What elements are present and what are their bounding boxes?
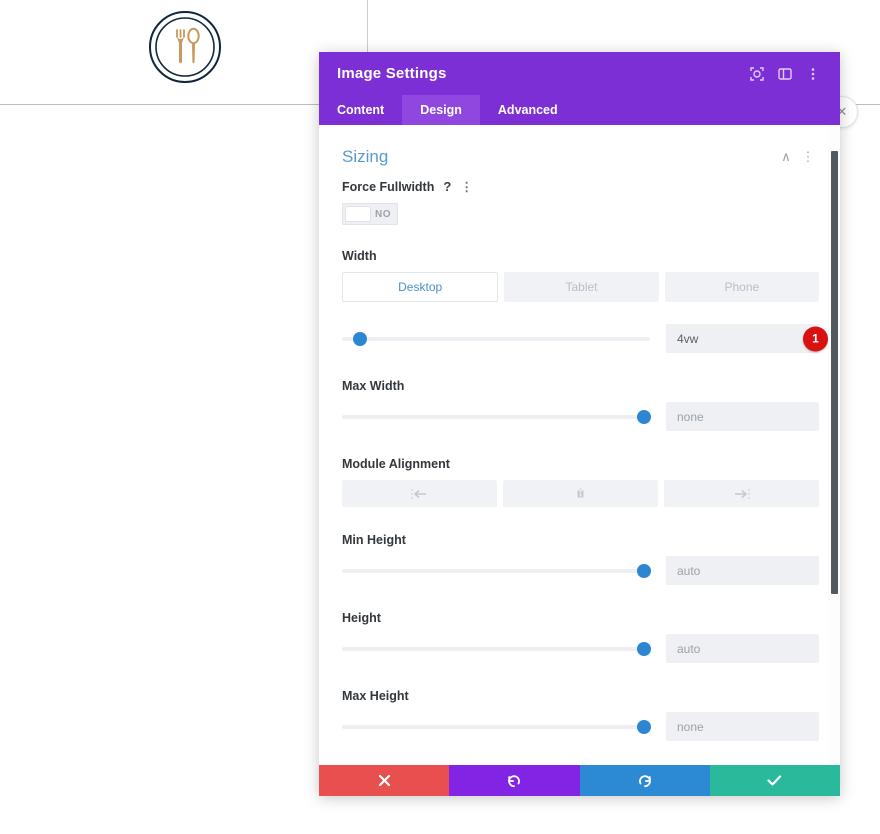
module-alignment-options <box>342 480 819 507</box>
width-label: Width <box>342 249 377 263</box>
scrollbar-thumb[interactable] <box>831 151 838 594</box>
settings-scrollbar[interactable] <box>828 125 840 765</box>
redo-button[interactable] <box>579 765 710 796</box>
height-slider[interactable] <box>342 640 651 658</box>
slider-track <box>342 336 650 341</box>
focus-target-icon[interactable] <box>744 61 770 87</box>
height-value: auto <box>677 641 701 656</box>
force-fullwidth-field: Force Fullwidth ? ⋮ NO <box>342 179 819 249</box>
height-value-input[interactable]: auto <box>666 634 819 663</box>
slider-knob[interactable] <box>636 719 651 734</box>
width-change-badge: 1 <box>803 326 828 351</box>
modal-footer <box>319 765 840 796</box>
min-height-label: Min Height <box>342 533 406 547</box>
max-width-slider-row: none <box>342 402 819 431</box>
width-value: 4vw <box>677 331 699 346</box>
max-height-label: Max Height <box>342 689 409 703</box>
tab-design[interactable]: Design <box>402 95 480 125</box>
sizing-options-icon[interactable]: ⋮ <box>797 149 819 165</box>
help-icon[interactable]: ? <box>443 179 451 194</box>
width-value-input[interactable]: 4vw 1 <box>666 324 828 353</box>
force-fullwidth-label: Force Fullwidth <box>342 179 435 194</box>
max-width-slider[interactable] <box>342 408 651 426</box>
height-field: Height auto <box>342 611 819 689</box>
slider-track <box>342 646 650 651</box>
slider-knob[interactable] <box>636 563 651 578</box>
toggle-knob <box>345 206 371 222</box>
modal-body: Sizing ∧ ⋮ Force Fullwidth ? ⋮ NO Width … <box>319 125 840 765</box>
height-slider-row: auto <box>342 634 819 663</box>
align-left-button[interactable] <box>342 480 497 507</box>
max-width-value: none <box>677 409 704 424</box>
width-slider-row: 4vw 1 <box>342 324 828 353</box>
max-width-field: Max Width none <box>342 379 819 457</box>
min-height-value-input[interactable]: auto <box>666 556 819 585</box>
max-width-label: Max Width <box>342 379 405 393</box>
force-fullwidth-options-icon[interactable]: ⋮ <box>460 179 473 194</box>
width-field: Width Desktop Tablet Phone 4vw 1 <box>342 249 828 379</box>
modal-title: Image Settings <box>337 65 447 82</box>
slider-knob[interactable] <box>353 331 368 346</box>
min-height-slider-row: auto <box>342 556 819 585</box>
more-options-icon[interactable] <box>800 61 826 87</box>
undo-button[interactable] <box>449 765 580 796</box>
force-fullwidth-toggle[interactable]: NO <box>342 203 398 225</box>
sizing-section-header[interactable]: Sizing ∧ ⋮ <box>342 125 819 179</box>
settings-scroll-area: Sizing ∧ ⋮ Force Fullwidth ? ⋮ NO Width … <box>319 125 840 765</box>
module-alignment-label: Module Alignment <box>342 457 450 471</box>
max-height-value: none <box>677 719 704 734</box>
responsive-tab-phone[interactable]: Phone <box>664 272 819 302</box>
responsive-tab-tablet[interactable]: Tablet <box>504 272 659 302</box>
sizing-section: Sizing ∧ ⋮ Force Fullwidth ? ⋮ NO Width … <box>319 125 840 765</box>
force-fullwidth-label-row: Force Fullwidth ? ⋮ <box>342 179 819 194</box>
min-height-value: auto <box>677 563 701 578</box>
max-height-field: Max Height none <box>342 689 819 765</box>
slider-knob[interactable] <box>636 641 651 656</box>
modal-header: Image Settings <box>319 52 840 95</box>
tab-advanced[interactable]: Advanced <box>480 95 576 125</box>
image-settings-modal: Image Settings Content Design Advanced S… <box>319 52 840 796</box>
min-height-slider[interactable] <box>342 562 651 580</box>
layout-panel-icon[interactable] <box>772 61 798 87</box>
modal-tab-bar: Content Design Advanced <box>319 95 840 125</box>
slider-track <box>342 414 650 419</box>
slider-track <box>342 568 650 573</box>
sizing-title: Sizing <box>342 147 389 166</box>
max-height-value-input[interactable]: none <box>666 712 819 741</box>
chevron-up-icon[interactable]: ∧ <box>775 149 797 165</box>
slider-knob[interactable] <box>636 409 651 424</box>
save-button[interactable] <box>709 765 840 796</box>
tab-content[interactable]: Content <box>319 95 402 125</box>
max-height-slider[interactable] <box>342 718 651 736</box>
toggle-value: NO <box>375 208 391 220</box>
height-label: Height <box>342 611 381 625</box>
max-width-value-input[interactable]: none <box>666 402 819 431</box>
cancel-button[interactable] <box>319 765 450 796</box>
width-slider[interactable] <box>342 330 650 348</box>
align-right-button[interactable] <box>664 480 819 507</box>
slider-track <box>342 724 650 729</box>
module-alignment-field: Module Alignment <box>342 457 819 533</box>
max-height-slider-row: none <box>342 712 819 741</box>
min-height-field: Min Height auto <box>342 533 819 611</box>
align-center-button[interactable] <box>503 480 658 507</box>
restaurant-plate-fork-spoon-logo <box>149 11 221 83</box>
width-responsive-tabs: Desktop Tablet Phone <box>342 272 819 302</box>
responsive-tab-desktop[interactable]: Desktop <box>342 272 499 302</box>
